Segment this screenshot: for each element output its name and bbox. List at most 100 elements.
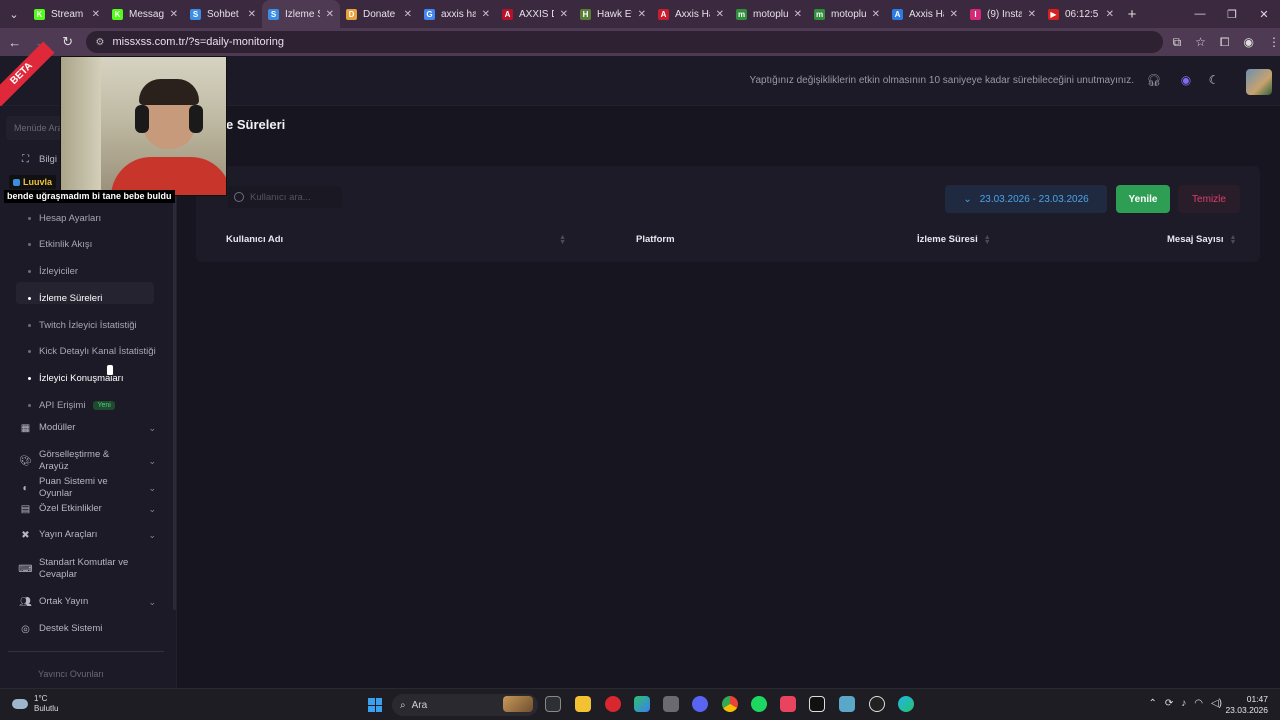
user-search-input[interactable]	[250, 191, 330, 203]
sidebar-sub-item[interactable]: İzleyiciler	[28, 266, 78, 277]
browser-menu-icon[interactable]: ⋮	[1268, 35, 1280, 50]
tab-close-icon[interactable]: ✕	[560, 9, 568, 20]
settings-app-icon[interactable]	[839, 696, 855, 712]
back-button[interactable]: ←	[3, 30, 27, 54]
sidebar-sub-item[interactable]: Hesap Ayarları	[28, 213, 101, 224]
app-icon-red[interactable]	[605, 696, 621, 712]
chat-caption: bende uğraşmadım bi tane bebe buldu	[4, 190, 175, 203]
sidebar-sub-item[interactable]: API Erişimi Yeni	[28, 400, 115, 411]
browser-tab[interactable]: ▶ 06:12:5 ✕	[1042, 0, 1120, 28]
date-range-picker[interactable]: ⌄ 23.03.2026 - 23.03.2026	[945, 185, 1107, 213]
tab-close-icon[interactable]: ✕	[92, 9, 100, 20]
browser-tab[interactable]: m motoplu ✕	[808, 0, 886, 28]
site-info-icon[interactable]: ⚙	[96, 37, 105, 48]
refresh-button[interactable]: Yenile	[1116, 185, 1170, 213]
sidebar-sub-item-label: İzleme Süreleri	[39, 293, 103, 304]
browser-tab[interactable]: K Stream - ✕	[28, 0, 106, 28]
browser-tab[interactable]: A Axxis Ha ✕	[886, 0, 964, 28]
app-icon-circle[interactable]	[869, 696, 885, 712]
tab-label: AXXIS D	[519, 8, 554, 20]
tab-label: Axxis Ha	[675, 8, 710, 20]
browser-tab[interactable]: A Axxis Ha ✕	[652, 0, 730, 28]
browser-tab[interactable]: H Hawk Ev ✕	[574, 0, 652, 28]
sidebar-group[interactable]: ✖ Yayın Araçları ⌄	[20, 529, 156, 541]
browser-tab[interactable]: I (9) Insta ✕	[964, 0, 1042, 28]
browser-tab[interactable]: Gaxxis hav ✕	[418, 0, 496, 28]
tab-close-icon[interactable]: ✕	[482, 9, 490, 20]
extensions-icon[interactable]: ⧠	[1220, 35, 1230, 50]
wifi-icon[interactable]: ◠	[1194, 698, 1203, 709]
tab-close-icon[interactable]: ✕	[1106, 9, 1114, 20]
sidebar-group[interactable]: ◐ Puan Sistemi ve Oyunlar ⌄	[20, 476, 156, 500]
discord-app-icon[interactable]	[692, 696, 708, 712]
close-window-button[interactable]: ✕	[1248, 0, 1280, 28]
sidebar-group[interactable]: ▤ Özel Etkinlikler ⌄	[20, 503, 156, 515]
sidebar-sub-item[interactable]: Kick Detaylı Kanal İstatistiği	[28, 346, 156, 357]
column-header-label: Mesaj Sayısı	[1167, 234, 1224, 245]
chevron-down-icon: ⌄	[148, 422, 156, 433]
sidebar-group[interactable]: 👥︎ Ortak Yayın ⌄	[19, 596, 156, 608]
tab-close-icon[interactable]: ✕	[1028, 9, 1036, 20]
tab-close-icon[interactable]: ✕	[950, 9, 958, 20]
weather-widget[interactable]: 1°C Bulutlu	[12, 694, 58, 714]
app-icon-shield[interactable]	[663, 696, 679, 712]
tab-close-icon[interactable]: ✕	[326, 9, 334, 20]
discord-icon[interactable]: ◉	[1178, 72, 1194, 88]
browser-tab[interactable]: S İzleme S ✕	[262, 0, 340, 28]
sidebar-group[interactable]: 🎨︎ Görselleştirme & Arayüz ⌄	[19, 449, 156, 473]
minimize-button[interactable]: —	[1184, 0, 1216, 28]
weather-condition: Bulutlu	[34, 704, 59, 713]
user-search-field[interactable]	[228, 186, 342, 208]
sidebar-sub-item[interactable]: Etkinlik Akışı	[28, 239, 92, 250]
maximize-button[interactable]: ❐	[1216, 0, 1248, 28]
sidebar-sub-item[interactable]: İzleme Süreleri	[28, 293, 102, 304]
spotify-icon[interactable]	[751, 696, 767, 712]
app-icon-pink[interactable]	[780, 696, 796, 712]
browser-tab[interactable]: m motoplu ✕	[730, 0, 808, 28]
edge-icon[interactable]	[898, 696, 914, 712]
file-explorer-icon[interactable]	[575, 696, 591, 712]
chrome-icon[interactable]	[722, 696, 738, 712]
microphone-icon[interactable]: ♪	[1181, 698, 1186, 709]
headset-icon[interactable]: 🎧︎	[1146, 72, 1162, 88]
tab-search-button[interactable]: ⌄	[0, 0, 28, 28]
column-watch-time[interactable]: İzleme Süresi ▲ ▼	[917, 234, 991, 246]
tab-close-icon[interactable]: ✕	[716, 9, 724, 20]
app-icon-colorful[interactable]	[634, 696, 650, 712]
browser-tab[interactable]: D Donate ✕	[340, 0, 418, 28]
tab-close-icon[interactable]: ✕	[404, 9, 412, 20]
network-icon[interactable]: ⟳	[1165, 698, 1173, 709]
column-message-count[interactable]: Mesaj Sayısı ▲ ▼	[1167, 234, 1236, 246]
tab-close-icon[interactable]: ✕	[170, 9, 178, 20]
tab-close-icon[interactable]: ✕	[638, 9, 646, 20]
bookmark-star-icon[interactable]: ☆	[1195, 35, 1206, 50]
browser-tab[interactable]: A AXXIS D ✕	[496, 0, 574, 28]
volume-icon[interactable]: ◁)	[1211, 698, 1222, 709]
sidebar-group[interactable]: ◎ Destek Sistemi	[20, 623, 156, 635]
task-view-icon[interactable]	[545, 696, 561, 712]
tab-close-icon[interactable]: ✕	[872, 9, 880, 20]
reload-button[interactable]: ↻	[56, 30, 80, 54]
address-bar[interactable]: ⚙ missxss.com.tr/?s=daily-monitoring	[85, 31, 1163, 53]
install-app-icon[interactable]: ⧉	[1173, 35, 1182, 50]
sidebar-group[interactable]: ▦ Modüller ⌄	[20, 422, 156, 434]
sidebar-sub-item-label: İzleyiciler	[39, 266, 79, 277]
profile-icon[interactable]: ◉	[1244, 35, 1254, 50]
start-button[interactable]	[368, 698, 382, 712]
browser-tab[interactable]: S Sohbet ✕	[184, 0, 262, 28]
tab-favicon-icon: H	[580, 8, 591, 20]
sidebar-sub-item[interactable]: Twitch İzleyici İstatistiği	[28, 320, 137, 331]
browser-tab[interactable]: K Message ✕	[106, 0, 184, 28]
tab-close-icon[interactable]: ✕	[794, 9, 802, 20]
sidebar-group[interactable]: ⌨ Standart Komutlar ve Cevaplar	[18, 557, 156, 581]
clear-button[interactable]: Temizle	[1178, 185, 1240, 213]
tab-close-icon[interactable]: ✕	[248, 9, 256, 20]
chevron-up-icon[interactable]: ⌃	[1148, 698, 1156, 709]
moon-icon[interactable]: ☾	[1206, 72, 1222, 88]
column-username[interactable]: Kullanıcı Adı ▲ ▼	[226, 234, 566, 246]
widget-thumbnail[interactable]	[503, 696, 533, 712]
new-tab-button[interactable]: +	[1120, 6, 1144, 23]
user-avatar[interactable]	[1246, 69, 1272, 95]
app-icon-dark[interactable]	[809, 696, 825, 712]
clock[interactable]: 01:47 23.03.2026	[1225, 694, 1268, 716]
